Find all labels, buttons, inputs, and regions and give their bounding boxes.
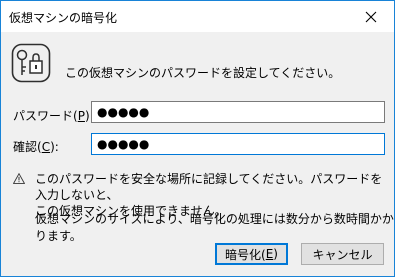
warning-icon [13, 173, 25, 184]
window-title: 仮想マシンの暗号化 [9, 11, 118, 25]
encrypt-vm-dialog: 仮想マシンの暗号化 この仮想マシンのパスワードを設定してください。 パスワード(… [0, 0, 395, 277]
password-input[interactable]: ●●●●● [91, 101, 385, 123]
confirm-masked-value: ●●●●● [97, 137, 150, 151]
password-label: パスワード(P): [13, 109, 94, 123]
title-bar: 仮想マシンの暗号化 [1, 1, 394, 32]
warning-line-1: このパスワードを安全な場所に記録してください。パスワードを入力しないと、 [35, 172, 383, 202]
close-icon [365, 11, 377, 22]
confirm-label: 確認(C): [13, 140, 59, 154]
cancel-button[interactable]: キャンセル [301, 243, 384, 265]
confirm-password-input[interactable]: ●●●●● [91, 133, 385, 155]
header-message: この仮想マシンのパスワードを設定してください。 [65, 66, 341, 80]
close-button[interactable] [348, 1, 394, 32]
duration-info: 仮想マシンのサイズにより、暗号化の処理には数分から数時間かかります。 [35, 212, 394, 243]
password-masked-value: ●●●●● [97, 105, 150, 119]
encrypt-button[interactable]: 暗号化(E) [215, 243, 288, 265]
key-lock-icon [11, 43, 51, 83]
